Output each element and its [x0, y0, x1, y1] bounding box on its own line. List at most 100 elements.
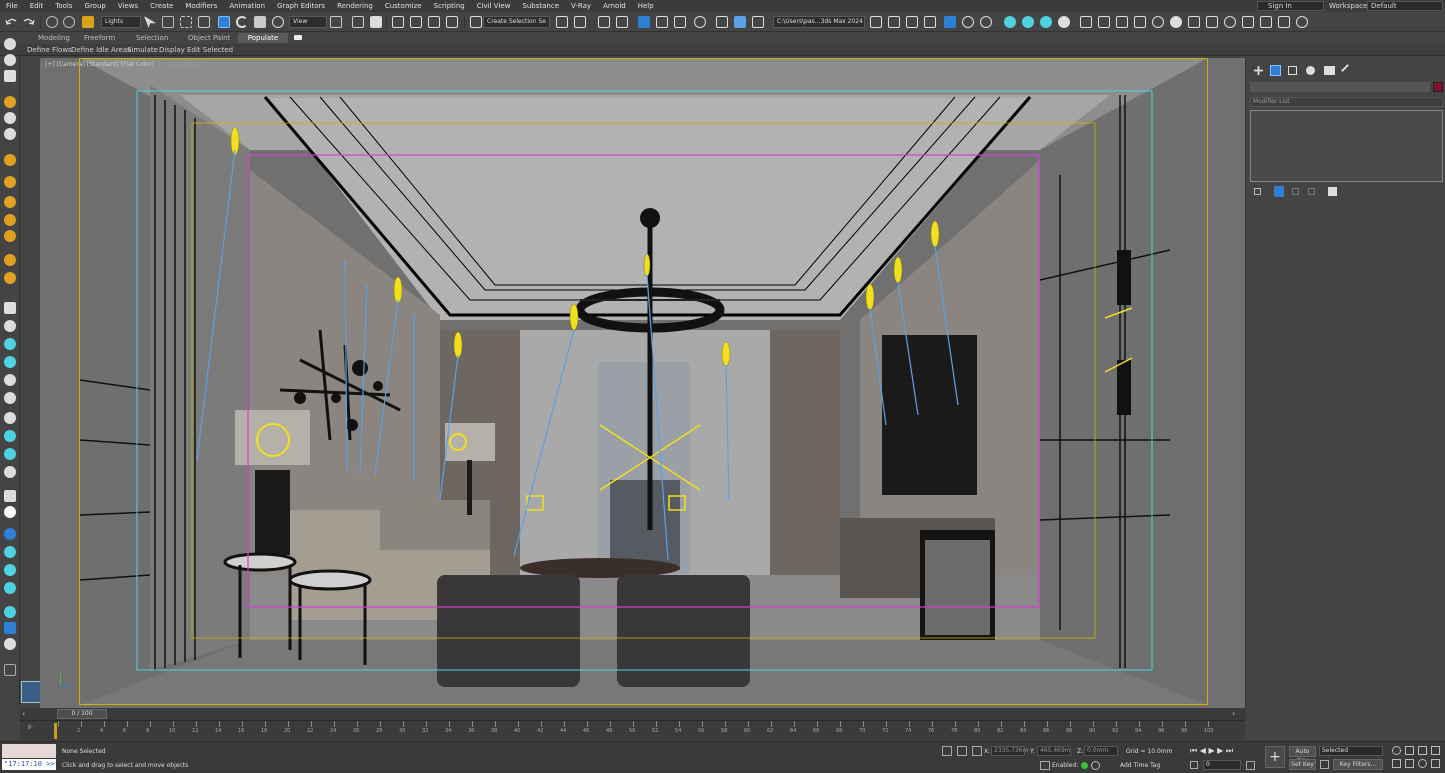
expand-toolbar-icon[interactable] [4, 664, 16, 676]
vray-lightmix-icon[interactable] [4, 564, 16, 576]
create-cone-icon[interactable] [4, 54, 16, 66]
create-box-icon[interactable] [4, 70, 16, 82]
isolate-selection-icon[interactable] [942, 746, 952, 756]
menu-v-ray[interactable]: V-Ray [565, 2, 597, 10]
area-light-icon[interactable] [4, 272, 16, 284]
vray-toolbar-icon-4[interactable] [924, 16, 936, 28]
next-key-icon[interactable]: ▶ [1217, 746, 1223, 755]
vray-dome-light-icon[interactable] [1022, 16, 1034, 28]
select-rotate-icon[interactable] [236, 16, 248, 28]
configure-modifier-sets-icon[interactable] [1328, 187, 1337, 196]
menu-substance[interactable]: Substance [516, 2, 565, 10]
vray-toolbar-icon-1[interactable] [870, 16, 882, 28]
zoom-extents-all-icon[interactable] [1431, 746, 1440, 755]
sky-light-icon[interactable] [4, 214, 16, 226]
window-crossing-icon[interactable] [198, 16, 210, 28]
bind-space-warp-icon[interactable] [82, 16, 94, 28]
scatter-icon[interactable] [4, 392, 16, 404]
vray-physical-camera-icon[interactable] [1152, 16, 1164, 28]
y-coord-field[interactable]: 465.469m [1037, 746, 1071, 756]
vray-logo-icon[interactable] [4, 506, 16, 518]
current-frame-field[interactable]: 0 [1203, 760, 1241, 770]
daylight-icon[interactable] [4, 254, 16, 266]
prev-frame-arrow-icon[interactable]: ‹ [22, 709, 32, 719]
maximize-viewport-icon[interactable] [1431, 759, 1440, 768]
prev-key-icon[interactable]: ◀ [1200, 746, 1206, 755]
teapot-icon[interactable] [4, 412, 16, 424]
vray-proxy-icon[interactable] [1080, 16, 1092, 28]
toggle-scene-explorer-icon[interactable] [598, 16, 610, 28]
vray-converter-icon[interactable] [4, 528, 16, 540]
vray-fur-icon[interactable] [1098, 16, 1110, 28]
hand-icon[interactable] [4, 374, 16, 386]
material-sphere-icon[interactable] [4, 430, 16, 442]
next-frame-arrow-icon[interactable]: › [1232, 709, 1242, 719]
time-tag-icon[interactable] [1091, 761, 1100, 770]
render-frame-icon[interactable] [4, 490, 16, 502]
menu-create[interactable]: Create [144, 2, 179, 10]
rectangle-region-icon[interactable] [180, 16, 192, 28]
menu-help[interactable]: Help [632, 2, 660, 10]
time-configuration-icon[interactable] [1246, 761, 1255, 770]
create-sphere-icon[interactable] [4, 38, 16, 50]
menu-scripting[interactable]: Scripting [428, 2, 471, 10]
render-setup-icon[interactable] [716, 16, 728, 28]
workspace-dropdown[interactable]: Default [1367, 1, 1443, 11]
go-to-end-icon[interactable]: ⏭ [1226, 746, 1233, 755]
vray-proxy-side-icon[interactable] [4, 338, 16, 350]
ribbon-options-icon[interactable] [294, 35, 302, 40]
vray-scene-converter-icon[interactable] [1206, 16, 1218, 28]
object-name-field[interactable] [1250, 82, 1430, 92]
edit-selected-button[interactable]: Edit Selected [187, 46, 233, 54]
vray-vision-icon[interactable] [1224, 16, 1236, 28]
show-end-result-icon[interactable] [1274, 186, 1284, 197]
vray-frame-buffer-icon[interactable] [944, 16, 956, 28]
menu-views[interactable]: Views [112, 2, 144, 10]
maxscript-mini-listener[interactable]: "17:17:10 >> [2, 759, 56, 770]
vray-sphere-icon[interactable] [4, 320, 16, 332]
define-idle-areas-button[interactable]: Define Idle Areas [71, 46, 131, 54]
percent-snap-icon[interactable] [428, 16, 440, 28]
time-slider-thumb[interactable]: 0 / 100 [57, 709, 107, 719]
tab-selection[interactable]: Selection [136, 34, 168, 42]
simulate-button[interactable]: Simulate [127, 46, 158, 54]
vray-fur-side-icon[interactable] [4, 356, 16, 368]
utilities-tab-icon[interactable] [1341, 64, 1354, 77]
pin-stack-icon[interactable] [1254, 188, 1261, 195]
make-unique-icon[interactable] [1292, 188, 1299, 195]
sign-in-button[interactable]: Sign In [1257, 1, 1324, 11]
reference-coordinate-dropdown[interactable]: View [289, 16, 327, 28]
x-coord-field[interactable]: 2335.736m [991, 746, 1028, 756]
sun-light-icon[interactable] [4, 196, 16, 208]
adaptive-degradation-icon[interactable] [1040, 761, 1050, 770]
vray-chaos-icon[interactable] [1296, 16, 1308, 28]
vray-plane-icon[interactable] [1116, 16, 1128, 28]
vray-settings-icon[interactable] [962, 16, 974, 28]
remove-modifier-icon[interactable] [1308, 188, 1315, 195]
snaps-toggle-icon[interactable] [392, 16, 404, 28]
z-coord-field[interactable]: 0.0mm [1084, 746, 1118, 756]
rendered-frame-window-icon[interactable] [734, 16, 746, 28]
vray-help-icon[interactable] [1260, 16, 1272, 28]
vray-lister-icon[interactable] [1188, 16, 1200, 28]
zoom-icon[interactable] [1392, 746, 1401, 755]
menu-graph-editors[interactable]: Graph Editors [271, 2, 331, 10]
play-icon[interactable]: ▶ [1208, 746, 1214, 755]
pivot-center-icon[interactable] [330, 16, 342, 28]
key-mode-toggle-icon[interactable] [1320, 760, 1329, 769]
menu-edit[interactable]: Edit [24, 2, 50, 10]
vray-light-icon[interactable] [1004, 16, 1016, 28]
named-selection-dropdown[interactable]: Create Selection Se [483, 16, 550, 28]
scene-states-icon[interactable] [4, 606, 16, 618]
selection-lock-icon[interactable] [957, 746, 967, 756]
vray-toolbar-icon-2[interactable] [888, 16, 900, 28]
hierarchy-tab-icon[interactable] [1288, 66, 1297, 75]
vray-denoise-icon[interactable] [4, 582, 16, 594]
select-scale-icon[interactable] [254, 16, 266, 28]
menu-arnold[interactable]: Arnold [597, 2, 632, 10]
orbit-icon[interactable] [1418, 759, 1427, 768]
menu-animation[interactable]: Animation [223, 2, 271, 10]
enabled-indicator[interactable] [1081, 762, 1088, 769]
mirror-icon[interactable] [556, 16, 568, 28]
spinner-snap-icon[interactable] [446, 16, 458, 28]
